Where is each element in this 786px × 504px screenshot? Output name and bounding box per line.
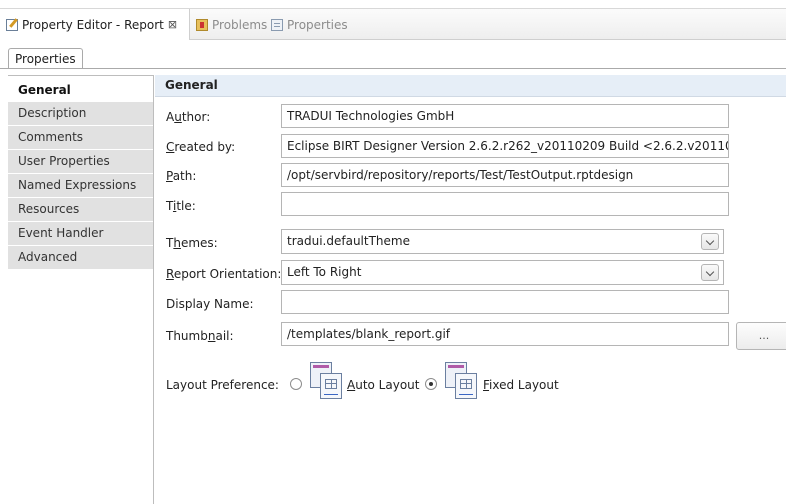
sub-tab-divider — [0, 68, 786, 69]
category-event-handler[interactable]: Event Handler — [8, 222, 153, 246]
orientation-select-value: Left To Right — [287, 265, 362, 279]
section-title: General — [155, 75, 786, 97]
thumbnail-browse-button[interactable]: ... — [736, 322, 786, 350]
orientation-select[interactable]: Left To Right — [281, 260, 724, 285]
tab-properties[interactable]: Properties — [265, 9, 354, 40]
title-field[interactable] — [281, 192, 729, 216]
tab-property-editor-label: Property Editor - Report — [22, 17, 164, 32]
property-editor-icon — [6, 18, 18, 31]
title-label: Title: — [166, 199, 196, 213]
tab-properties-label: Properties — [287, 17, 348, 32]
auto-layout-icon — [310, 362, 344, 402]
category-named-expressions[interactable]: Named Expressions — [8, 174, 153, 198]
thumbnail-label: Thumbnail: — [166, 329, 234, 343]
category-resources[interactable]: Resources — [8, 198, 153, 222]
category-user-properties[interactable]: User Properties — [8, 150, 153, 174]
path-label: Path: — [166, 169, 197, 183]
auto-layout-radio[interactable] — [290, 378, 302, 390]
thumbnail-field[interactable]: /templates/blank_report.gif — [281, 322, 729, 346]
display-name-field[interactable] — [281, 290, 729, 314]
themes-select[interactable]: tradui.defaultTheme — [281, 229, 724, 254]
category-list: General Description Comments User Proper… — [8, 75, 154, 504]
sub-tab-label: Properties — [15, 52, 76, 66]
fixed-layout-icon — [445, 362, 479, 402]
properties-icon — [271, 18, 283, 31]
tab-properties-sub[interactable]: Properties — [8, 48, 83, 69]
display-name-label: Display Name: — [166, 297, 254, 311]
layout-preference-label: Layout Preference: — [166, 378, 279, 392]
author-label: Author: — [166, 110, 211, 124]
category-comments[interactable]: Comments — [8, 126, 153, 150]
fixed-layout-label[interactable]: Fixed Layout — [483, 376, 559, 394]
author-field[interactable]: TRADUI Technologies GmbH — [281, 104, 729, 128]
auto-layout-label[interactable]: Auto Layout — [347, 376, 419, 394]
chevron-down-icon[interactable] — [701, 264, 719, 281]
tab-problems-label: Problems — [212, 17, 268, 32]
created-by-field[interactable]: Eclipse BIRT Designer Version 2.6.2.r262… — [281, 134, 729, 158]
themes-label: Themes: — [166, 236, 218, 250]
category-description[interactable]: Description — [8, 102, 153, 126]
path-field[interactable]: /opt/servbird/repository/reports/Test/Te… — [281, 163, 729, 187]
close-tab-icon[interactable]: ⊠ — [168, 18, 177, 31]
fixed-layout-radio[interactable] — [425, 378, 437, 390]
view-tab-strip: Property Editor - Report ⊠ Problems Prop… — [0, 8, 786, 40]
category-general[interactable]: General — [8, 75, 153, 102]
problems-icon — [196, 18, 208, 31]
chevron-down-icon[interactable] — [701, 233, 719, 250]
orientation-label: Report Orientation: — [166, 267, 282, 281]
themes-select-value: tradui.defaultTheme — [287, 234, 410, 248]
tab-problems[interactable]: Problems — [190, 9, 273, 40]
created-by-label: Created by: — [166, 140, 236, 154]
tab-property-editor[interactable]: Property Editor - Report ⊠ — [0, 9, 190, 40]
category-advanced[interactable]: Advanced — [8, 246, 153, 270]
